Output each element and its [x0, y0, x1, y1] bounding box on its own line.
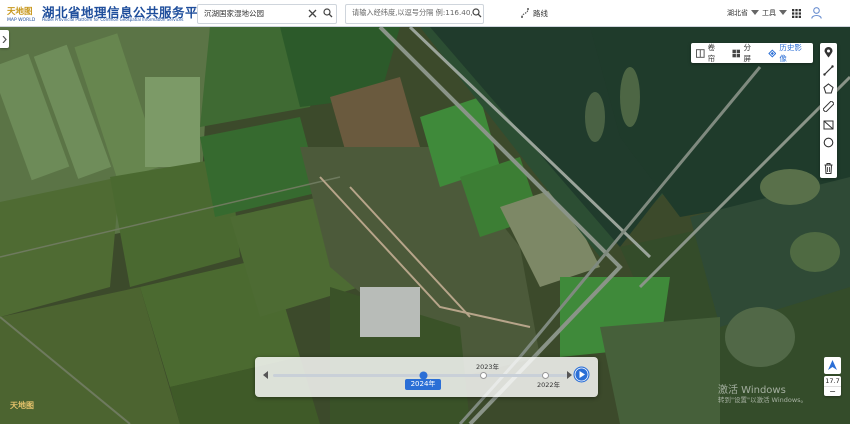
user-icon[interactable] — [811, 7, 822, 19]
region-dropdown[interactable]: 湖北省 — [727, 5, 759, 21]
map-mode-panel: 卷帘 分屏 历史影像 — [691, 43, 813, 63]
draw-icon — [823, 120, 834, 130]
compass-button[interactable] — [824, 357, 841, 374]
split-screen-icon — [732, 49, 740, 57]
chevron-down-icon — [751, 10, 759, 15]
tools-dropdown[interactable]: 工具 — [762, 5, 787, 21]
measure-line-button[interactable] — [820, 62, 837, 79]
split-screen-label: 分屏 — [743, 43, 751, 63]
zoom-control: 17.7 − — [824, 376, 841, 396]
year-label-2023[interactable]: 2023年 — [476, 361, 499, 371]
tianditu-logo: 天地图 MAP WORLD — [6, 3, 38, 23]
zoom-out-button[interactable]: − — [824, 386, 841, 397]
draw-button[interactable] — [820, 116, 837, 133]
search-icon[interactable] — [472, 8, 482, 18]
clear-icon[interactable] — [308, 9, 317, 18]
location-pin-icon — [824, 47, 833, 58]
circle-icon — [823, 137, 834, 148]
grid-menu-icon[interactable] — [792, 9, 801, 18]
place-search-value: 沉湖国家湿地公园 — [204, 9, 264, 18]
measure-line-icon — [823, 65, 834, 76]
timeline-node-2023[interactable] — [480, 372, 487, 379]
chevron-left-icon[interactable] — [263, 371, 269, 379]
swipe-button[interactable]: 卷帘 — [691, 43, 727, 63]
zoom-level: 17.7 — [825, 377, 840, 385]
route-icon — [521, 8, 529, 18]
circle-button[interactable] — [820, 134, 837, 151]
tools-label: 工具 — [762, 9, 776, 17]
ruler-icon — [823, 101, 834, 112]
coordinate-search-placeholder: 请输入经纬度,以逗号分隔 例:116.40,39.91 — [352, 8, 472, 17]
search-icon[interactable] — [323, 8, 333, 18]
svg-text:天地图: 天地图 — [7, 6, 33, 17]
history-imagery-button[interactable]: 历史影像 — [763, 43, 813, 63]
locate-button[interactable] — [820, 44, 837, 61]
history-timeline: 2023年 2024年 2022年 — [255, 357, 598, 397]
polygon-icon — [823, 83, 834, 94]
measure-area-button[interactable] — [820, 80, 837, 97]
coordinate-search-input[interactable]: 请输入经纬度,以逗号分隔 例:116.40,39.91 — [345, 4, 484, 24]
bottom-logo: 天地图 — [10, 401, 34, 410]
split-screen-button[interactable]: 分屏 — [727, 43, 763, 63]
timeline-node-2022[interactable] — [542, 372, 549, 379]
sidebar-toggle[interactable] — [0, 30, 9, 48]
map-toolbar — [820, 43, 837, 178]
delete-button[interactable] — [820, 160, 837, 177]
chevron-right-icon — [2, 35, 7, 43]
route-label: 路线 — [533, 8, 548, 18]
swipe-icon — [696, 48, 705, 58]
platform-subtitle: Hubei Provincial Platform for Common Geo… — [42, 17, 184, 22]
place-search-input[interactable]: 沉湖国家湿地公园 — [197, 4, 337, 24]
ruler-button[interactable] — [820, 98, 837, 115]
play-icon[interactable] — [573, 366, 590, 383]
region-label: 湖北省 — [727, 9, 748, 17]
history-imagery-label: 历史影像 — [779, 43, 802, 63]
chevron-down-icon — [779, 10, 787, 15]
year-label-2022[interactable]: 2022年 — [537, 379, 560, 389]
windows-activation-hint: 转到"设置"以激活 Windows。 — [718, 396, 808, 404]
history-icon — [768, 48, 777, 58]
top-bar: 天地图 MAP WORLD 湖北省地理信息公共服务平台 Hubei Provin… — [0, 0, 850, 27]
route-button[interactable]: 路线 — [520, 5, 548, 21]
selected-year-badge[interactable]: 2024年 — [405, 379, 441, 390]
trash-icon — [824, 163, 833, 174]
svg-text:MAP WORLD: MAP WORLD — [7, 17, 36, 23]
swipe-label: 卷帘 — [707, 43, 716, 63]
